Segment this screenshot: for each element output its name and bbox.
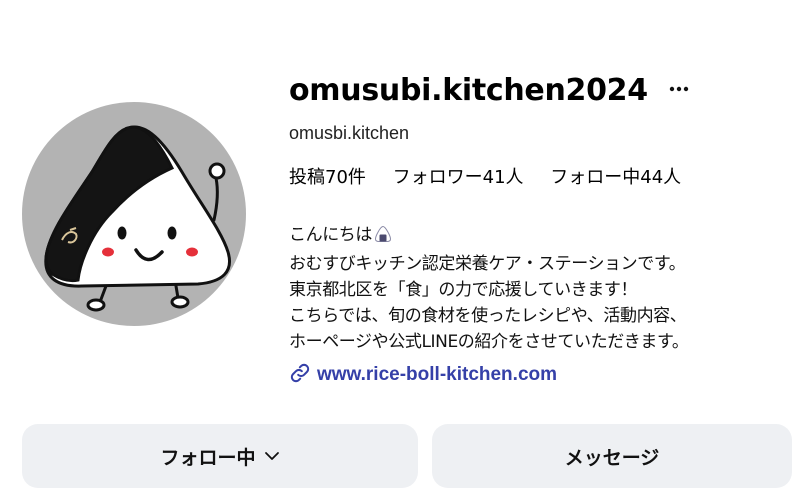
profile-avatar[interactable] <box>22 102 246 326</box>
following-count[interactable]: フォロー中44人 <box>550 165 681 191</box>
following-button[interactable]: フォロー中 <box>22 424 418 488</box>
posts-count[interactable]: 投稿70件 <box>289 165 366 191</box>
more-options-button[interactable] <box>664 76 694 102</box>
followers-count[interactable]: フォロワー41人 <box>393 165 524 191</box>
more-horizontal-icon <box>669 86 689 92</box>
bio-line-4: こちらでは、旬の食材を使ったレシピや、活動内容、 <box>289 306 687 326</box>
link-text[interactable]: www.rice-boll-kitchen.com <box>317 364 557 386</box>
link-icon <box>289 362 311 388</box>
onigiri-mascot-icon <box>44 125 231 312</box>
bio-greeting: こんにちは <box>289 225 372 245</box>
profile-bio: こんにちは おむすびキッチン認定栄養ケア・ステーションです。 東京都北区を「食」… <box>289 222 804 355</box>
chevron-down-icon <box>264 451 280 461</box>
profile-link[interactable]: www.rice-boll-kitchen.com <box>289 362 557 388</box>
profile-username: omusubi.kitchen2024 <box>289 73 648 108</box>
bio-line-5: ホーページや公式LINEの紹介をさせていただきます。 <box>289 332 689 352</box>
bio-line-1: こんにちは <box>289 222 804 251</box>
onigiri-emoji-icon <box>374 225 392 251</box>
profile-stats: 投稿70件 フォロワー41人 フォロー中44人 <box>289 165 702 191</box>
following-button-label: フォロー中 <box>160 446 256 469</box>
message-button[interactable]: メッセージ <box>432 424 792 488</box>
profile-display-name: omusbi.kitchen <box>289 123 410 143</box>
message-button-label: メッセージ <box>564 446 660 469</box>
bio-line-3: 東京都北区を「食」の力で応援していきます！ <box>289 280 638 300</box>
bio-line-2: おむすびキッチン認定栄養ケア・ステーションです。 <box>289 254 686 274</box>
